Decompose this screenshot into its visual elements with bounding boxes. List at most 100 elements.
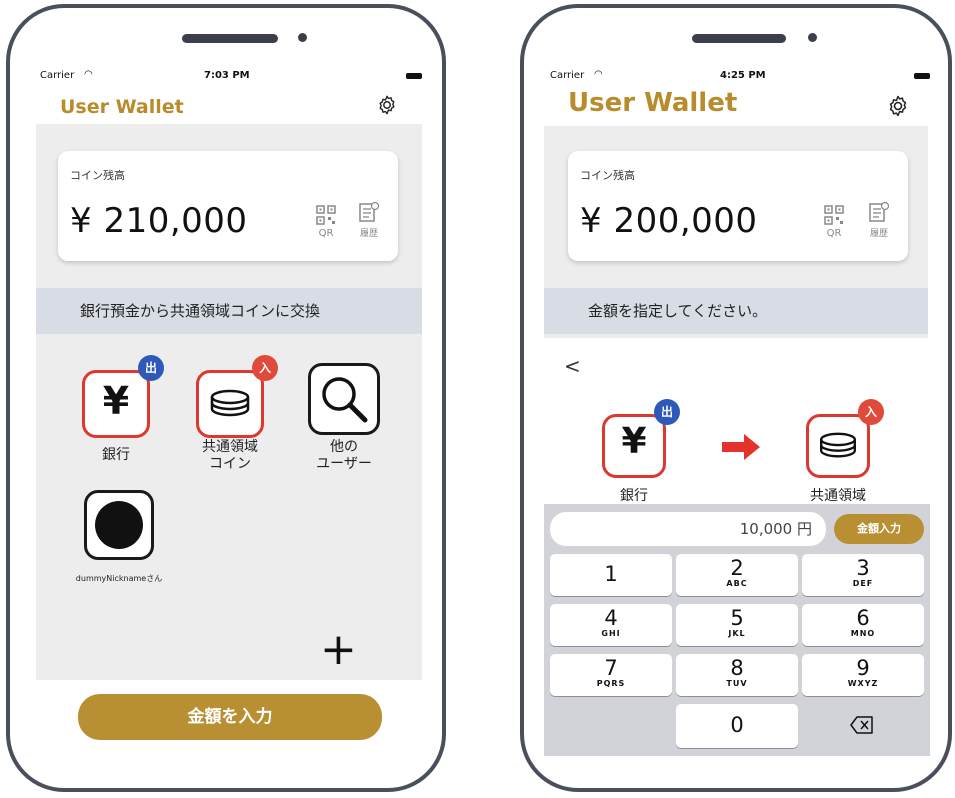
other-users-tile[interactable]	[308, 363, 380, 435]
add-plus-icon[interactable]: +	[320, 628, 357, 672]
key-1-number: 1	[604, 562, 618, 586]
history-icon	[869, 201, 890, 222]
key-2-letters: ABC	[726, 579, 748, 588]
history-button[interactable]: 履歴	[354, 201, 384, 239]
key-8[interactable]: 8 TUV	[676, 654, 798, 696]
from-bank-label: 銀行	[620, 488, 648, 504]
battery-icon	[406, 73, 422, 79]
key-3-letters: DEF	[852, 579, 874, 588]
balance-card: コイン残高 ¥ 200,000 QR 履歴	[568, 151, 908, 261]
key-4-number: 4	[604, 606, 618, 630]
common-coin-label-line1: 共通領域	[202, 439, 258, 455]
key-1[interactable]: 1	[550, 554, 672, 596]
speaker	[182, 34, 278, 43]
common-coin-label: 共通領域 コイン	[190, 439, 270, 473]
other-users-label: 他の ユーザー	[304, 439, 384, 473]
wifi-icon: ◠	[594, 69, 603, 80]
key-8-letters: TUV	[726, 679, 748, 688]
qr-label: QR	[318, 228, 334, 239]
wifi-icon: ◠	[84, 69, 93, 80]
key-4[interactable]: 4 GHI	[550, 604, 672, 646]
yen-icon: ¥	[621, 421, 647, 462]
phone-wallet-home: Carrier ◠ 7:03 PM User Wallet コイン残高 ¥ 21…	[6, 4, 446, 792]
key-9-letters: WXYZ	[847, 679, 879, 688]
qr-button[interactable]: QR	[820, 205, 848, 239]
key-5-letters: JKL	[728, 629, 746, 638]
out-badge: 出	[138, 355, 164, 381]
balance-card: コイン残高 ¥ 210,000 QR 履歴	[58, 151, 398, 261]
to-common-coin-label: 共通領域	[810, 488, 866, 504]
key-0[interactable]: 0	[676, 704, 798, 748]
back-chevron-icon[interactable]: <	[564, 354, 581, 378]
amount-input[interactable]: 10,000 円	[550, 512, 826, 546]
key-5-number: 5	[730, 606, 744, 630]
key-0-number: 0	[730, 713, 744, 737]
other-users-label-line2: ユーザー	[316, 456, 372, 472]
to-common-coin-tile	[806, 414, 870, 478]
key-3[interactable]: 3 DEF	[802, 554, 924, 596]
other-users-label-line1: 他の	[330, 439, 358, 455]
coin-stack-icon	[819, 432, 857, 458]
user-nickname-label: dummyNicknameさん	[75, 574, 163, 583]
key-7-number: 7	[604, 656, 618, 680]
key-6-letters: MNO	[850, 629, 876, 638]
search-icon	[322, 377, 368, 423]
history-label: 履歴	[359, 229, 378, 239]
yen-icon: ¥	[102, 379, 130, 423]
app-title: User Wallet	[568, 88, 738, 118]
key-9-number: 9	[856, 656, 870, 680]
key-8-number: 8	[730, 656, 744, 680]
qr-code-icon	[824, 205, 844, 225]
instruction-banner: 金額を指定してください。	[544, 288, 928, 334]
key-5[interactable]: 5 JKL	[676, 604, 798, 646]
balance-amount: ¥ 200,000	[580, 201, 758, 241]
key-6[interactable]: 6 MNO	[802, 604, 924, 646]
bank-label: 銀行	[102, 447, 130, 463]
settings-gear-icon[interactable]	[376, 94, 398, 120]
right-arrow-icon	[722, 434, 760, 460]
history-icon	[359, 201, 380, 222]
numeric-keypad: 10,000 円 金額入力 1 2 ABC 3 DEF 4 GHI 5 JKL	[544, 504, 930, 756]
key-7-letters: PQRS	[596, 679, 626, 688]
mockup-stage: Carrier ◠ 7:03 PM User Wallet コイン残高 ¥ 21…	[0, 0, 955, 798]
camera	[808, 33, 817, 42]
camera	[298, 33, 307, 42]
key-2[interactable]: 2 ABC	[676, 554, 798, 596]
user-avatar-icon	[95, 501, 143, 549]
common-coin-tile[interactable]	[196, 370, 264, 438]
settings-gear-icon[interactable]	[886, 94, 910, 122]
coin-stack-icon	[210, 389, 250, 417]
common-coin-label-line2: コイン	[209, 456, 251, 472]
key-4-letters: GHI	[601, 629, 621, 638]
from-bank-tile: ¥	[602, 414, 666, 478]
out-badge: 出	[654, 399, 680, 425]
speaker	[692, 34, 786, 43]
key-9[interactable]: 9 WXYZ	[802, 654, 924, 696]
amount-input-button[interactable]: 金額入力	[834, 514, 924, 544]
key-2-number: 2	[730, 556, 744, 580]
qr-label: QR	[826, 228, 842, 239]
qr-code-icon	[316, 205, 336, 225]
app-title: User Wallet	[60, 96, 184, 118]
bank-tile[interactable]: ¥	[82, 370, 150, 438]
key-3-number: 3	[856, 556, 870, 580]
backspace-icon[interactable]	[850, 716, 874, 738]
key-7[interactable]: 7 PQRS	[550, 654, 672, 696]
user-tile[interactable]	[84, 490, 154, 560]
enter-amount-button[interactable]: 金額を入力	[78, 694, 382, 740]
in-badge: 入	[252, 355, 278, 381]
history-button[interactable]: 履歴	[864, 201, 894, 239]
qr-button[interactable]: QR	[312, 205, 340, 239]
balance-label: コイン残高	[580, 169, 635, 182]
carrier-label: Carrier	[40, 70, 75, 81]
key-6-number: 6	[856, 606, 870, 630]
balance-label: コイン残高	[70, 169, 125, 182]
phone-amount-entry: Carrier ◠ 4:25 PM User Wallet コイン残高 ¥ 20…	[520, 4, 952, 792]
clock: 4:25 PM	[720, 70, 766, 81]
history-label: 履歴	[869, 229, 888, 239]
carrier-label: Carrier	[550, 70, 585, 81]
in-badge: 入	[858, 399, 884, 425]
instruction-banner: 銀行預金から共通領域コインに交換	[36, 288, 422, 334]
battery-icon	[914, 73, 930, 79]
balance-amount: ¥ 210,000	[70, 201, 248, 241]
